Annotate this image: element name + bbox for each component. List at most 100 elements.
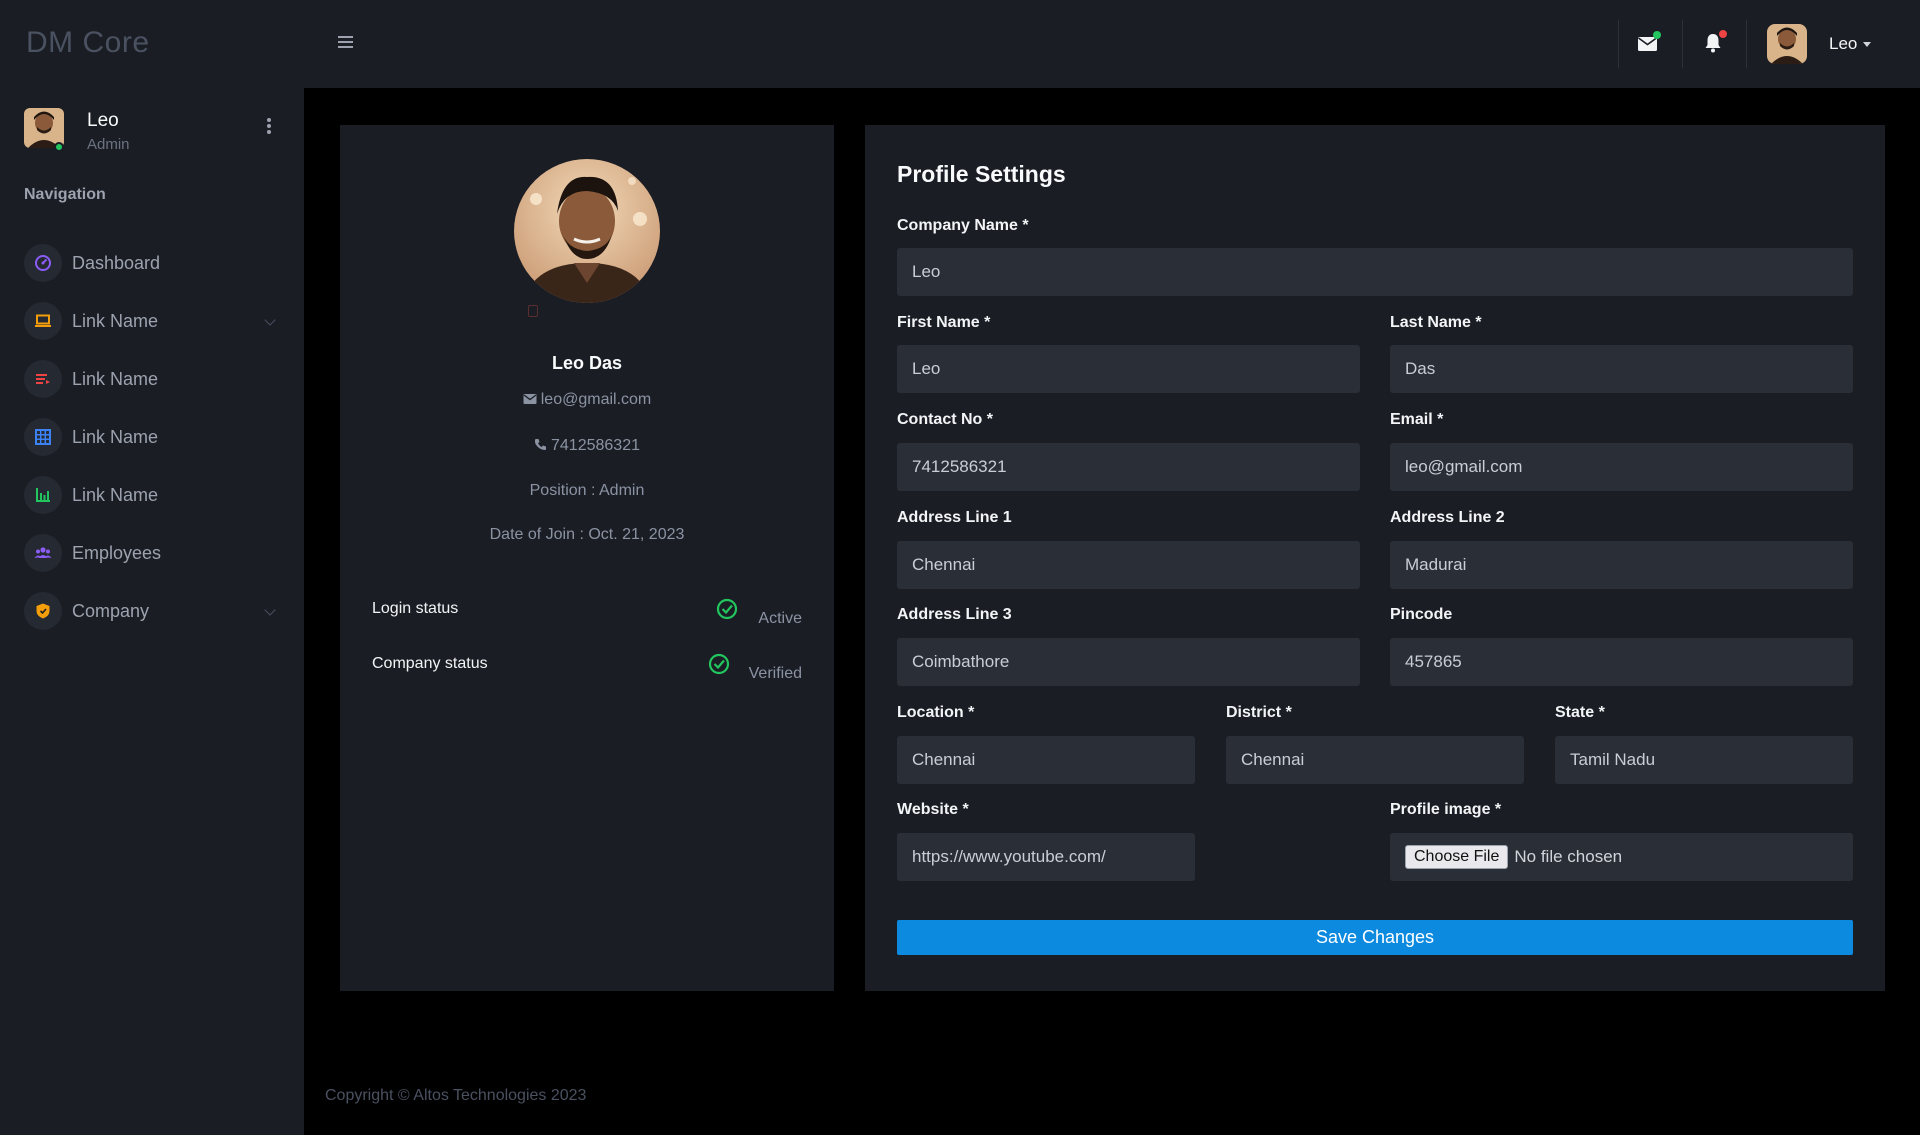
sidebar-item-label: Link Name bbox=[72, 310, 159, 331]
chevron-down-icon bbox=[1863, 42, 1872, 48]
nav-list: Dashboard Link Name Link Name Link Name bbox=[24, 234, 280, 640]
chevron-down-icon bbox=[264, 314, 276, 326]
sidebar-user-name: Leo bbox=[87, 110, 119, 131]
sidebar-item-label: Company bbox=[72, 600, 150, 621]
email-field[interactable]: leo@gmail.com bbox=[1390, 443, 1853, 491]
sidebar-item-label: Dashboard bbox=[72, 252, 161, 273]
login-status-value: Active bbox=[758, 610, 802, 627]
camera-icon[interactable] bbox=[528, 305, 538, 317]
address-line-3-label: Address Line 3 bbox=[897, 606, 1012, 623]
sidebar-item-label: Employees bbox=[72, 542, 162, 563]
online-status-dot bbox=[54, 142, 64, 152]
grid-icon bbox=[24, 418, 62, 456]
sidebar-item-label: Link Name bbox=[72, 368, 159, 389]
users-icon bbox=[24, 534, 62, 572]
header-user-name: Leo bbox=[1829, 34, 1858, 53]
profile-image-file-input[interactable]: Choose File No file chosen bbox=[1390, 833, 1853, 881]
company-name-field[interactable]: Leo bbox=[897, 248, 1853, 296]
address-line-3-field[interactable]: Coimbathore bbox=[897, 638, 1360, 686]
last-name-label: Last Name * bbox=[1390, 314, 1482, 331]
sidebar-item-dashboard[interactable]: Dashboard bbox=[24, 234, 280, 292]
envelope-icon bbox=[523, 394, 537, 404]
header-user-menu[interactable]: Leo bbox=[1829, 34, 1872, 54]
sidebar-item-label: Link Name bbox=[72, 426, 159, 447]
state-label: State * bbox=[1555, 704, 1605, 721]
pincode-field[interactable]: 457865 bbox=[1390, 638, 1853, 686]
first-name-label: First Name * bbox=[897, 314, 991, 331]
profile-card: Leo Das leo@gmail.com 7412586321 Positio… bbox=[340, 125, 834, 991]
location-field[interactable]: Chennai bbox=[897, 736, 1195, 784]
profile-image-label: Profile image * bbox=[1390, 801, 1502, 818]
shield-icon bbox=[24, 592, 62, 630]
sidebar-item-employees[interactable]: Employees bbox=[24, 524, 280, 582]
check-circle-icon bbox=[708, 653, 730, 675]
profile-position: Position : Admin bbox=[529, 482, 645, 499]
footer-copyright: Copyright © Altos Technologies 2023 bbox=[325, 1087, 587, 1104]
website-field[interactable]: https://www.youtube.com/ bbox=[897, 833, 1195, 881]
mail-icon[interactable] bbox=[1636, 28, 1666, 58]
login-status-row: Login status Active bbox=[372, 598, 802, 630]
profile-phone: 7412586321 bbox=[551, 437, 640, 454]
sidebar-item-label: Link Name bbox=[72, 484, 159, 505]
save-changes-button[interactable]: Save Changes bbox=[897, 920, 1853, 955]
phone-icon bbox=[534, 439, 546, 450]
header-divider bbox=[1682, 20, 1683, 68]
last-name-field[interactable]: Das bbox=[1390, 345, 1853, 393]
sidebar-item-link-4[interactable]: Link Name bbox=[24, 466, 280, 524]
page-title: Profile Settings bbox=[897, 161, 1066, 187]
profile-name: Leo Das bbox=[551, 353, 623, 373]
gauge-icon bbox=[24, 244, 62, 282]
first-name-field[interactable]: Leo bbox=[897, 345, 1360, 393]
header-avatar[interactable] bbox=[1767, 24, 1807, 64]
contact-no-label: Contact No * bbox=[897, 411, 993, 428]
sidebar-user: Leo Admin bbox=[24, 104, 284, 160]
company-status-label: Company status bbox=[372, 655, 488, 672]
login-status-label: Login status bbox=[372, 600, 459, 617]
top-header: DM Core Leo bbox=[0, 0, 1920, 88]
location-label: Location * bbox=[897, 704, 975, 721]
company-status-row: Company status Verified bbox=[372, 653, 802, 685]
profile-phone-line: 7412586321 bbox=[340, 437, 834, 455]
company-status-value: Verified bbox=[748, 665, 802, 682]
more-options-icon[interactable] bbox=[264, 116, 274, 138]
bell-icon[interactable] bbox=[1701, 28, 1731, 58]
website-label: Website * bbox=[897, 801, 969, 818]
address-line-1-label: Address Line 1 bbox=[897, 509, 1012, 526]
company-name-label: Company Name * bbox=[897, 217, 1029, 234]
profile-photo bbox=[514, 159, 660, 303]
chevron-down-icon bbox=[264, 604, 276, 616]
state-field[interactable]: Tamil Nadu bbox=[1555, 736, 1853, 784]
district-field[interactable]: Chennai bbox=[1226, 736, 1524, 784]
nav-heading: Navigation bbox=[24, 186, 106, 203]
file-status-text: No file chosen bbox=[1514, 847, 1623, 866]
choose-file-button[interactable]: Choose File bbox=[1405, 845, 1509, 869]
laptop-icon bbox=[24, 302, 62, 340]
email-label: Email * bbox=[1390, 411, 1444, 428]
mail-badge bbox=[1653, 31, 1661, 39]
profile-date-of-join: Date of Join : Oct. 21, 2023 bbox=[489, 526, 685, 543]
sidebar-item-company[interactable]: Company bbox=[24, 582, 280, 640]
sidebar-user-role: Admin bbox=[87, 136, 130, 153]
district-label: District * bbox=[1226, 704, 1292, 721]
sidebar-item-link-2[interactable]: Link Name bbox=[24, 350, 280, 408]
sidebar-item-link-3[interactable]: Link Name bbox=[24, 408, 280, 466]
pincode-label: Pincode bbox=[1390, 606, 1453, 623]
sidebar-avatar[interactable] bbox=[24, 108, 64, 152]
sidebar-item-link-1[interactable]: Link Name bbox=[24, 292, 280, 350]
address-line-2-label: Address Line 2 bbox=[1390, 509, 1505, 526]
profile-email-line: leo@gmail.com bbox=[340, 391, 834, 409]
header-divider bbox=[1618, 20, 1619, 68]
list-icon bbox=[24, 360, 62, 398]
contact-no-field[interactable]: 7412586321 bbox=[897, 443, 1360, 491]
sidebar: Leo Admin Navigation Dashboard Link Name… bbox=[0, 88, 304, 1135]
bell-badge bbox=[1719, 30, 1727, 38]
address-line-1-field[interactable]: Chennai bbox=[897, 541, 1360, 589]
bar-chart-icon bbox=[24, 476, 62, 514]
address-line-2-field[interactable]: Madurai bbox=[1390, 541, 1853, 589]
profile-email: leo@gmail.com bbox=[540, 391, 652, 408]
brand-logo[interactable]: DM Core bbox=[26, 26, 150, 60]
profile-settings-card: Profile Settings Company Name * Leo Firs… bbox=[865, 125, 1885, 991]
check-circle-icon bbox=[716, 598, 738, 620]
menu-toggle-icon[interactable] bbox=[338, 33, 358, 51]
header-divider bbox=[1746, 20, 1747, 68]
